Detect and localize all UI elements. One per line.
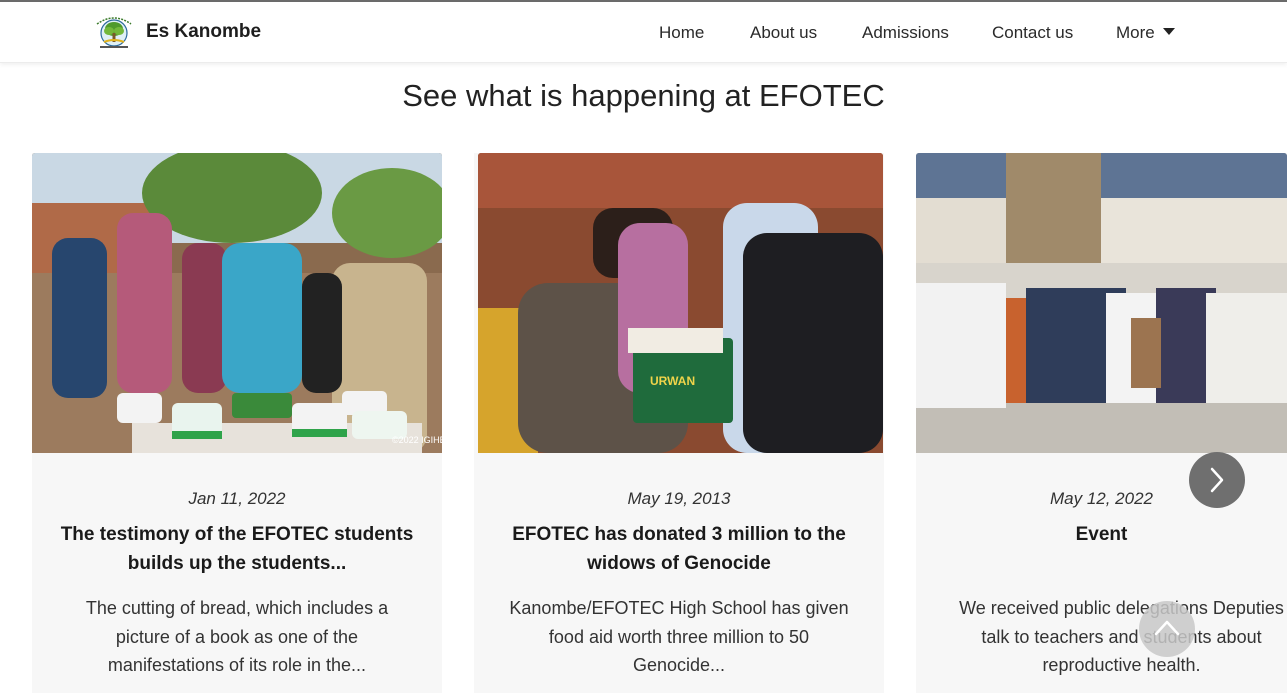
news-card-title[interactable]: The testimony of the EFOTEC students bui…	[52, 520, 422, 578]
brand-name[interactable]: Es Kanombe	[146, 21, 261, 43]
photo-credit: ©2022 IGIHE	[392, 435, 442, 445]
news-card-date: May 19, 2013	[627, 489, 731, 508]
news-card[interactable]: ©2022 IGIHE Jan 11, 2022 The testimony o…	[32, 153, 442, 693]
nav-contact-us[interactable]: Contact us	[992, 23, 1073, 43]
box-label: URWAN	[650, 374, 695, 388]
school-crest-logo[interactable]	[94, 14, 134, 50]
news-card-title[interactable]: Event	[936, 520, 1267, 549]
news-card-excerpt: The cutting of bread, which includes a p…	[85, 598, 389, 675]
carousel-next-button[interactable]	[1189, 452, 1245, 508]
chevron-up-icon	[1154, 620, 1180, 636]
news-card-excerpt: Kanombe/EFOTEC High School has given foo…	[509, 598, 849, 675]
section-title: See what is happening at EFOTEC	[402, 78, 885, 113]
news-card-photo[interactable]: ©2022 IGIHE	[32, 153, 442, 453]
news-card-title[interactable]: EFOTEC has donated 3 million to the wido…	[494, 520, 864, 578]
scroll-to-top-button[interactable]	[1139, 601, 1195, 657]
news-card[interactable]: May 12, 2022 Event We received public de…	[916, 153, 1287, 693]
news-card[interactable]: URWAN May 19, 2013 EFOTEC has donated 3 …	[474, 153, 884, 693]
chevron-right-icon	[1210, 467, 1224, 493]
nav-more-label: More	[1116, 23, 1155, 42]
caret-down-icon	[1162, 28, 1175, 35]
navbar: Es Kanombe Home About us Admissions Cont…	[0, 2, 1287, 63]
news-card-photo[interactable]	[916, 153, 1287, 453]
nav-about-us[interactable]: About us	[750, 23, 817, 43]
nav-admissions[interactable]: Admissions	[862, 23, 949, 43]
news-card-date: Jan 11, 2022	[188, 489, 286, 508]
nav-more-dropdown[interactable]: More	[1116, 23, 1175, 43]
nav-home[interactable]: Home	[659, 23, 704, 43]
news-card-excerpt: We received public delegations Deputies …	[959, 598, 1284, 675]
news-card-photo[interactable]: URWAN	[478, 153, 883, 453]
